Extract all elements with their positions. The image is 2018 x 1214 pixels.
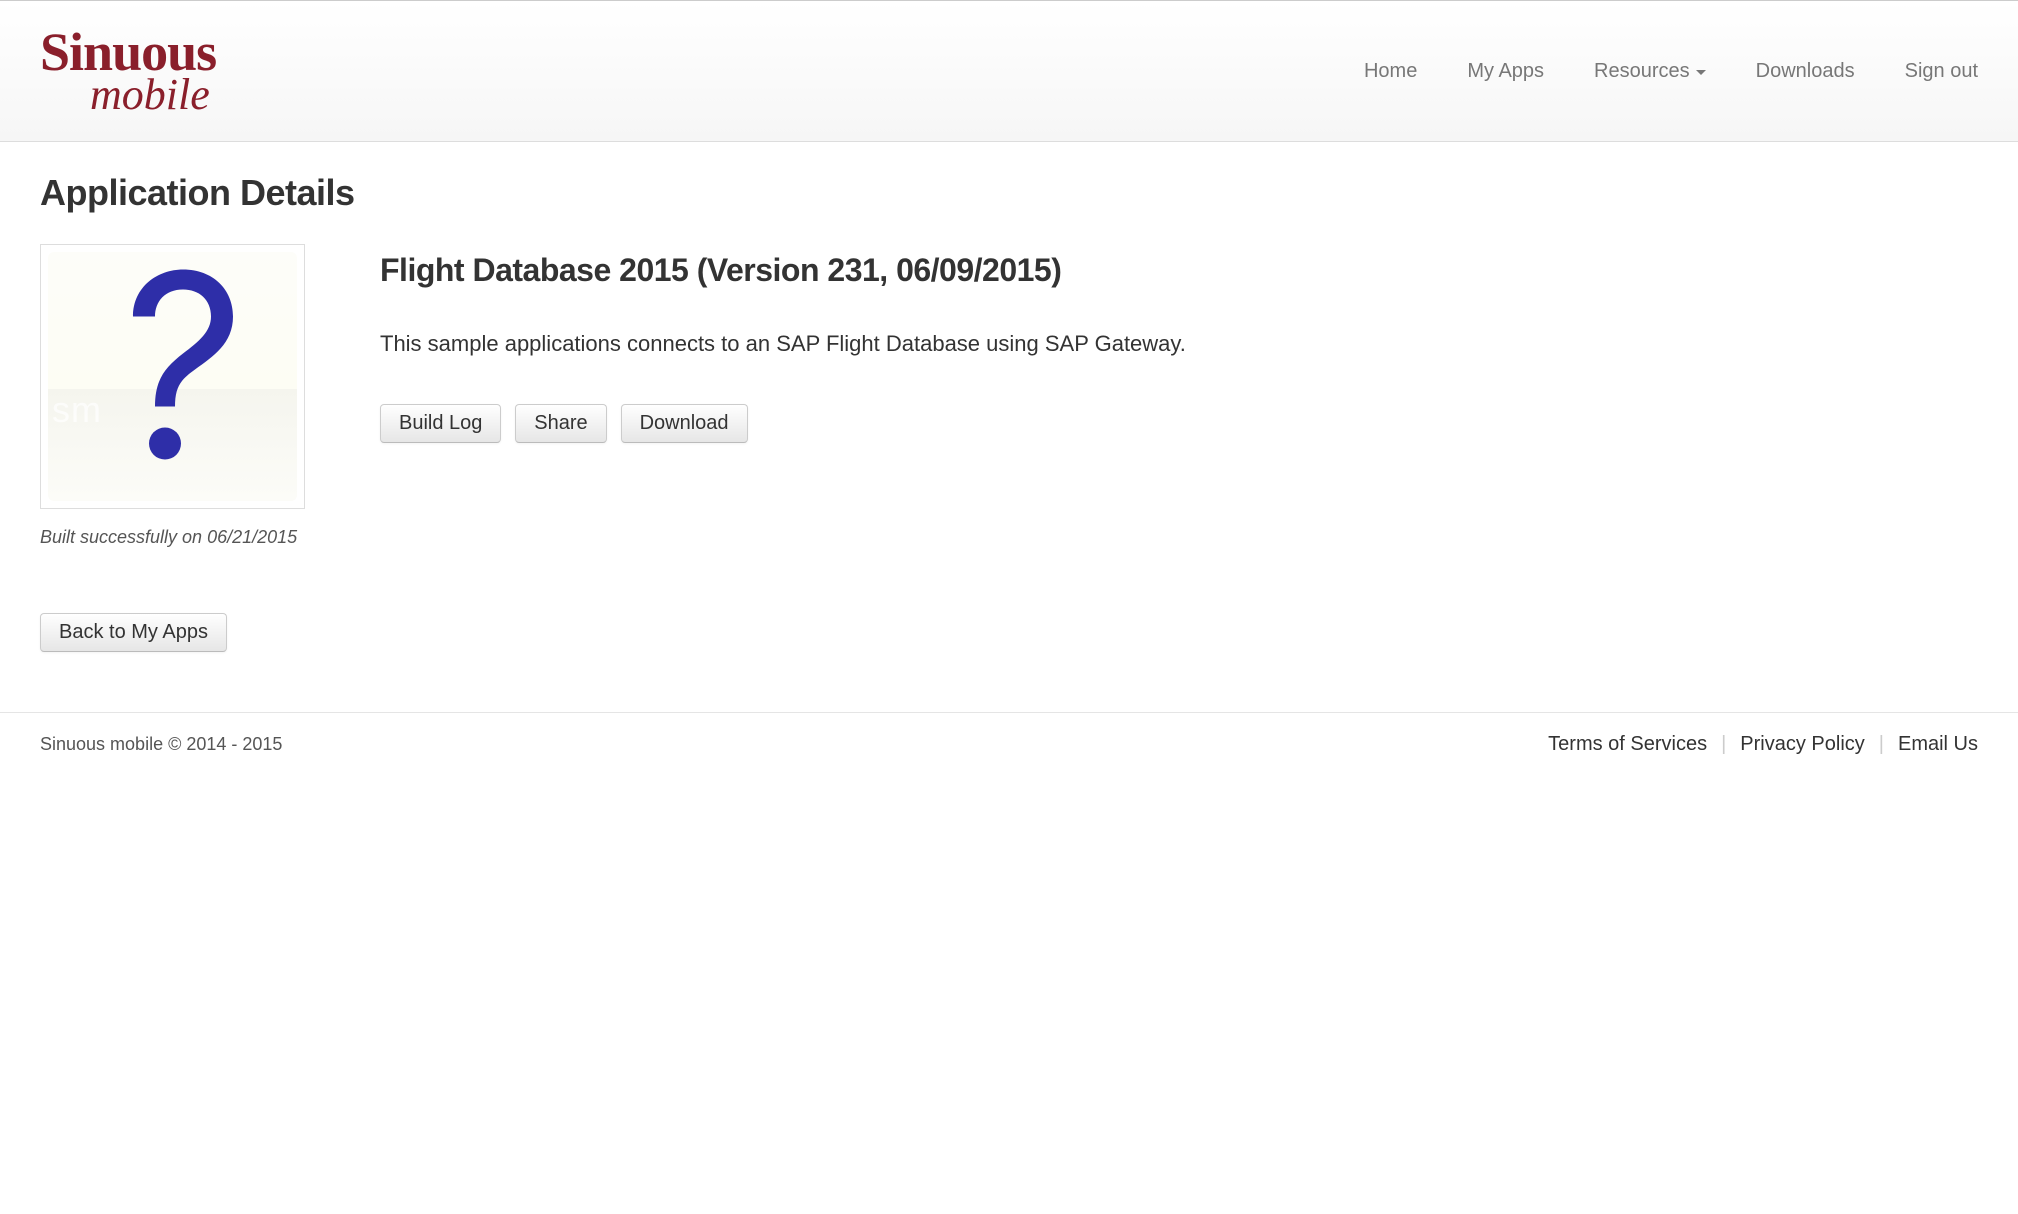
- footer-privacy[interactable]: Privacy Policy: [1740, 733, 1864, 756]
- footer-terms[interactable]: Terms of Services: [1548, 733, 1707, 756]
- brand-bottom: mobile: [90, 73, 216, 117]
- left-column: sm Built successfully on 06/21/2015: [40, 244, 310, 548]
- footer-separator: |: [1721, 733, 1726, 756]
- right-column: Flight Database 2015 (Version 231, 06/09…: [380, 244, 1978, 443]
- footer-separator: |: [1879, 733, 1884, 756]
- nav-resources[interactable]: Resources: [1594, 60, 1706, 83]
- app-icon-inner: sm: [48, 252, 297, 501]
- app-details: sm Built successfully on 06/21/2015 Flig…: [40, 244, 1978, 548]
- nav-home[interactable]: Home: [1364, 60, 1417, 83]
- footer-links: Terms of Services | Privacy Policy | Ema…: [1548, 733, 1978, 756]
- nav-my-apps[interactable]: My Apps: [1467, 60, 1544, 83]
- icon-watermark: sm: [52, 389, 102, 431]
- question-mark-icon: [103, 261, 243, 471]
- app-title: Flight Database 2015 (Version 231, 06/09…: [380, 252, 1978, 289]
- build-log-button[interactable]: Build Log: [380, 404, 501, 443]
- nav-downloads[interactable]: Downloads: [1756, 60, 1855, 83]
- chevron-down-icon: [1696, 70, 1706, 75]
- header: Sinuous mobile Home My Apps Resources Do…: [0, 0, 2018, 142]
- download-button[interactable]: Download: [621, 404, 748, 443]
- main-content: Application Details sm Built successfull…: [0, 142, 2018, 712]
- app-icon: sm: [40, 244, 305, 509]
- nav-sign-out[interactable]: Sign out: [1905, 60, 1978, 83]
- action-buttons: Build Log Share Download: [380, 404, 1978, 443]
- app-description: This sample applications connects to an …: [380, 329, 1280, 359]
- build-status: Built successfully on 06/21/2015: [40, 527, 310, 548]
- share-button[interactable]: Share: [515, 404, 606, 443]
- brand-logo[interactable]: Sinuous mobile: [40, 25, 216, 117]
- main-nav: Home My Apps Resources Downloads Sign ou…: [1364, 60, 1978, 83]
- footer-copyright: Sinuous mobile © 2014 - 2015: [40, 734, 282, 755]
- back-button[interactable]: Back to My Apps: [40, 613, 227, 652]
- page-title: Application Details: [40, 172, 1978, 214]
- nav-resources-label: Resources: [1594, 60, 1690, 83]
- footer: Sinuous mobile © 2014 - 2015 Terms of Se…: [0, 712, 2018, 776]
- back-row: Back to My Apps: [40, 613, 1978, 652]
- footer-email[interactable]: Email Us: [1898, 733, 1978, 756]
